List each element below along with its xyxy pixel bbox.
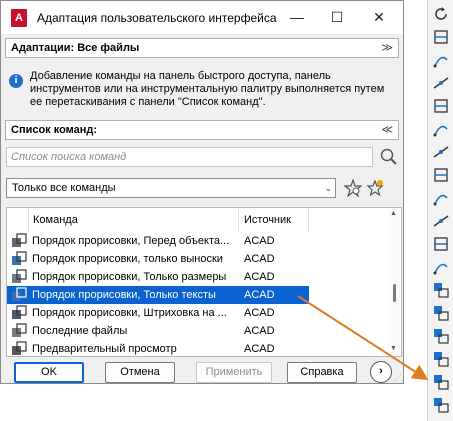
scroll-down-arrow-icon[interactable]: ▼	[390, 345, 397, 352]
break-icon[interactable]	[432, 143, 450, 161]
command-name: Порядок прорисовки, Штриховка на ...	[32, 307, 227, 319]
draw-order-icon	[12, 287, 27, 301]
command-name: Последние файлы	[32, 325, 128, 337]
table-row[interactable]: Последние файлы ACAD	[7, 322, 309, 340]
command-name: Порядок прорисовки, Только размеры	[32, 271, 227, 283]
bring-text-to-front-icon[interactable]	[432, 373, 450, 391]
command-source: ACAD	[244, 307, 275, 319]
icon-column-header	[7, 208, 29, 232]
table-row[interactable]: Предварительный просмотр ACAD	[7, 340, 309, 356]
collapse-chevron-icon[interactable]: ≪	[381, 121, 393, 139]
command-list-header[interactable]: Список команд: ≪	[5, 120, 399, 140]
list-scrollbar[interactable]: ▲ ▼	[388, 209, 400, 356]
help-button[interactable]: Справка	[287, 362, 357, 383]
search-icon[interactable]	[379, 147, 399, 167]
command-source: ACAD	[244, 325, 275, 337]
draw-order-icon	[12, 305, 27, 319]
customizations-header-label: Адаптации: Все файлы	[11, 42, 140, 54]
command-name: Порядок прорисовки, Перед объекта...	[32, 235, 230, 247]
minimize-button[interactable]: —	[277, 5, 317, 29]
draw-order-icon	[12, 251, 27, 265]
window-title: Адаптация пользовательского интерфейса	[37, 10, 277, 25]
command-name: Предварительный просмотр	[32, 343, 177, 355]
blend-curves-icon[interactable]	[432, 235, 450, 253]
extend-icon[interactable]	[432, 97, 450, 115]
filter-value: Только все команды	[12, 182, 116, 194]
resize-grip-icon[interactable]: ⋰	[394, 373, 402, 382]
stretch-icon[interactable]	[432, 51, 450, 69]
cancel-button[interactable]: Отмена	[105, 362, 175, 383]
scrollbar-thumb[interactable]	[393, 284, 396, 302]
rotate-icon[interactable]	[432, 5, 450, 23]
table-row[interactable]: Порядок прорисовки, Штриховка на ... ACAD	[7, 304, 309, 322]
command-source: ACAD	[244, 289, 275, 301]
command-source: ACAD	[244, 253, 275, 265]
ok-button[interactable]: OK	[14, 362, 84, 383]
draw-order-icon	[12, 269, 27, 283]
command-list-label: Список команд:	[11, 124, 98, 136]
command-source: ACAD	[244, 343, 275, 355]
new-command-star-icon[interactable]	[366, 179, 384, 197]
scale-icon[interactable]	[432, 28, 450, 46]
maximize-button[interactable]: ☐	[317, 5, 357, 29]
table-row[interactable]: Порядок прорисовки, только выноски ACAD	[7, 250, 309, 268]
modify-toolbar	[427, 0, 453, 421]
customize-ui-dialog: A Адаптация пользовательского интерфейса…	[0, 0, 404, 384]
command-filter-dropdown[interactable]: Только все команды ⌄	[6, 178, 336, 198]
autocad-app-icon: A	[11, 8, 27, 27]
break-at-point-icon[interactable]	[432, 120, 450, 138]
table-row[interactable]: Порядок прорисовки, Только тексты ACAD	[7, 286, 309, 304]
command-source: ACAD	[244, 271, 275, 283]
find-command-star-icon[interactable]	[344, 179, 362, 197]
command-search-input[interactable]: Список поиска команд	[6, 147, 373, 167]
bring-hatch-to-back-icon[interactable]	[432, 396, 450, 414]
info-icon: i	[9, 74, 23, 88]
chevron-down-icon: ⌄	[324, 183, 332, 193]
join-icon[interactable]	[432, 166, 450, 184]
column-header-command[interactable]: Команда	[29, 208, 239, 232]
command-list-table: Команда Источник Порядок прорисовки, Пер…	[6, 207, 402, 357]
customizations-panel-header[interactable]: Адаптации: Все файлы ≫	[5, 38, 399, 58]
title-bar: A Адаптация пользовательского интерфейса…	[1, 1, 403, 34]
command-source: ACAD	[244, 235, 275, 247]
close-button[interactable]: ✕	[359, 5, 399, 29]
table-row[interactable]: Порядок прорисовки, Только размеры ACAD	[7, 268, 309, 286]
command-name: Порядок прорисовки, только выноски	[32, 253, 223, 265]
3d-operations-icon[interactable]	[432, 258, 450, 276]
column-header-source[interactable]: Источник	[239, 208, 309, 232]
command-name: Порядок прорисовки, Только тексты	[32, 289, 216, 301]
expand-chevron-icon[interactable]: ≫	[381, 39, 393, 57]
chamfer-icon[interactable]	[432, 189, 450, 207]
fillet-icon[interactable]	[432, 212, 450, 230]
bring-above-icon[interactable]	[432, 327, 450, 345]
trim-icon[interactable]	[432, 74, 450, 92]
send-to-back-icon[interactable]	[432, 304, 450, 322]
table-row[interactable]: Порядок прорисовки, Перед объекта... ACAD	[7, 232, 309, 250]
more-button[interactable]: ›	[370, 361, 392, 383]
draw-order-icon	[12, 323, 27, 337]
bring-to-front-icon[interactable]	[432, 281, 450, 299]
info-text: Добавление команды на панель быстрого до…	[30, 70, 385, 108]
draw-order-icon	[12, 233, 27, 247]
draw-order-icon	[12, 341, 27, 355]
send-under-icon[interactable]	[432, 350, 450, 368]
apply-button[interactable]: Применить	[196, 362, 272, 383]
scroll-up-arrow-icon[interactable]: ▲	[390, 210, 397, 217]
